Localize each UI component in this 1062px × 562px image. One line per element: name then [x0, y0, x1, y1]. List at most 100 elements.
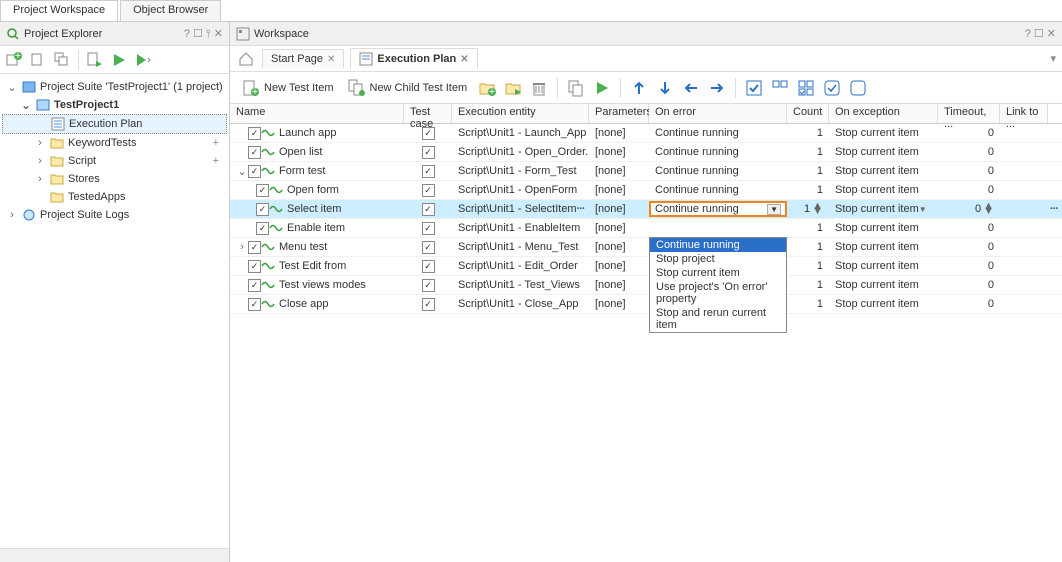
on-error-dropdown[interactable]: Continue running Stop project Stop curre… [649, 237, 787, 333]
execution-entity-cell[interactable]: Script\Unit1 - SelectItem ··· [452, 202, 589, 216]
column-link[interactable]: Link to ... [1000, 104, 1048, 123]
count-cell[interactable]: 1 [787, 278, 829, 292]
close-icon[interactable]: ✕ [460, 54, 468, 65]
parameters-cell[interactable]: [none] [589, 297, 649, 311]
expand-icon[interactable]: › [6, 209, 18, 221]
on-error-cell[interactable]: Continue running▼ [649, 201, 787, 217]
indent-icon[interactable] [707, 78, 727, 98]
column-count[interactable]: Count [787, 104, 829, 123]
grid-row[interactable]: ⌄✓Form test✓Script\Unit1 - Form_Test[non… [230, 162, 1062, 181]
count-cell[interactable]: 1 [787, 297, 829, 311]
dropdown-option[interactable]: Use project's 'On error' property [650, 280, 786, 306]
expand-icon[interactable]: › [236, 241, 248, 253]
add-folder-icon[interactable]: + [477, 78, 497, 98]
parameters-cell[interactable]: [none] [589, 164, 649, 178]
enable-checkbox[interactable]: ✓ [248, 298, 261, 311]
link-cell[interactable] [1000, 284, 1048, 286]
execution-plan-node[interactable]: Execution Plan [2, 114, 227, 134]
browse-icon[interactable]: ··· [577, 203, 585, 215]
test-case-checkbox[interactable]: ✓ [422, 165, 435, 178]
execution-entity-cell[interactable]: Script\Unit1 - Test_Views [452, 278, 589, 292]
timeout-cell[interactable]: 0 [938, 240, 1000, 254]
link-cell[interactable] [1000, 170, 1048, 172]
add-icon[interactable]: + [213, 155, 223, 167]
execution-entity-cell[interactable]: Script\Unit1 - Form_Test [452, 164, 589, 178]
grid-row[interactable]: ✓Enable item✓Script\Unit1 - EnableItem[n… [230, 219, 1062, 238]
on-exception-cell[interactable]: Stop current item [829, 183, 938, 197]
new-test-item-button[interactable]: + New Test Item [238, 77, 338, 99]
workspace-window-controls[interactable]: ? ☐ ✕ [1025, 27, 1056, 40]
close-icon[interactable]: ✕ [327, 54, 335, 65]
run-folder-icon[interactable] [503, 78, 523, 98]
link-cell[interactable] [1000, 303, 1048, 305]
test-case-checkbox[interactable]: ✓ [422, 203, 435, 216]
on-exception-cell[interactable]: Stop current item [829, 145, 938, 159]
copy-icon[interactable] [566, 78, 586, 98]
link-cell[interactable] [1000, 246, 1048, 248]
parameters-cell[interactable]: [none] [589, 259, 649, 273]
tab-execution-plan[interactable]: Execution Plan ✕ [350, 48, 477, 69]
parameters-cell[interactable]: [none] [589, 221, 649, 235]
expand-icon[interactable]: › [34, 137, 46, 149]
panel-1-icon[interactable] [770, 78, 790, 98]
grid-row[interactable]: ✓Close app✓Script\Unit1 - Close_App[none… [230, 295, 1062, 314]
test-case-checkbox[interactable]: ✓ [422, 241, 435, 254]
project-suite-logs-node[interactable]: › Project Suite Logs [2, 206, 227, 224]
on-exception-cell[interactable]: Stop current item [829, 164, 938, 178]
timeout-cell[interactable]: 0 [938, 221, 1000, 235]
parameters-cell[interactable]: [none] [589, 278, 649, 292]
check-all-icon[interactable] [744, 78, 764, 98]
delete-icon[interactable] [529, 78, 549, 98]
dropdown-option[interactable]: Continue running [650, 238, 786, 252]
link-cell[interactable] [1000, 189, 1048, 191]
enable-checkbox[interactable]: ✓ [248, 279, 261, 292]
stores-node[interactable]: › Stores [2, 170, 227, 188]
spinner-icon[interactable]: ▲▼ [983, 204, 994, 214]
count-cell[interactable]: 1 [787, 221, 829, 235]
expand-icon[interactable]: › [34, 155, 46, 167]
collapse-icon[interactable]: ⌄ [6, 81, 18, 94]
test-case-checkbox[interactable]: ✓ [422, 184, 435, 197]
spinner-icon[interactable]: ▲▼ [812, 204, 823, 214]
move-down-icon[interactable] [655, 78, 675, 98]
add-icon[interactable]: + [213, 137, 223, 149]
tab-menu-icon[interactable]: ▾ [1050, 52, 1056, 65]
timeout-cell[interactable]: 0 [938, 145, 1000, 159]
test-case-checkbox[interactable]: ✓ [422, 222, 435, 235]
execution-entity-cell[interactable]: Script\Unit1 - Menu_Test [452, 240, 589, 254]
link-cell[interactable] [1000, 132, 1048, 134]
column-on-exception[interactable]: On exception [829, 104, 938, 123]
expand-icon[interactable]: › [34, 173, 46, 185]
count-cell[interactable]: 1 [787, 126, 829, 140]
enable-checkbox[interactable]: ✓ [248, 260, 261, 273]
collapse-icon[interactable]: ⌄ [20, 99, 32, 112]
execution-entity-cell[interactable]: Script\Unit1 - EnableItem [452, 221, 589, 235]
grid-row[interactable]: ›✓Menu test✓Script\Unit1 - Menu_Test[non… [230, 238, 1062, 257]
panel-4-icon[interactable] [848, 78, 868, 98]
add-project-icon[interactable]: + [4, 50, 24, 70]
execution-entity-cell[interactable]: Script\Unit1 - Launch_App [452, 126, 589, 140]
add-item-icon[interactable] [28, 50, 48, 70]
tested-apps-node[interactable]: TestedApps [2, 188, 227, 206]
tab-project-workspace[interactable]: Project Workspace [0, 0, 118, 21]
run-icon[interactable] [109, 50, 129, 70]
panel-3-icon[interactable] [822, 78, 842, 98]
count-cell[interactable]: 1 [787, 145, 829, 159]
column-execution-entity[interactable]: Execution entity [452, 104, 589, 123]
enable-checkbox[interactable]: ✓ [256, 184, 269, 197]
count-cell[interactable]: 1▲▼ [787, 202, 829, 216]
count-cell[interactable]: 1 [787, 183, 829, 197]
on-exception-cell[interactable]: Stop current item [829, 259, 938, 273]
enable-checkbox[interactable]: ✓ [248, 241, 261, 254]
execution-entity-cell[interactable]: Script\Unit1 - Close_App [452, 297, 589, 311]
parameters-cell[interactable]: [none] [589, 202, 649, 216]
move-up-icon[interactable] [629, 78, 649, 98]
tab-object-browser[interactable]: Object Browser [120, 0, 221, 21]
enable-checkbox[interactable]: ✓ [256, 203, 269, 216]
column-timeout[interactable]: Timeout, ... [938, 104, 1000, 123]
copy-icon[interactable] [52, 50, 72, 70]
on-exception-cell[interactable]: Stop current item [829, 126, 938, 140]
horizontal-scrollbar[interactable] [0, 548, 229, 562]
execution-entity-cell[interactable]: Script\Unit1 - OpenForm [452, 183, 589, 197]
timeout-cell[interactable]: 0 [938, 164, 1000, 178]
